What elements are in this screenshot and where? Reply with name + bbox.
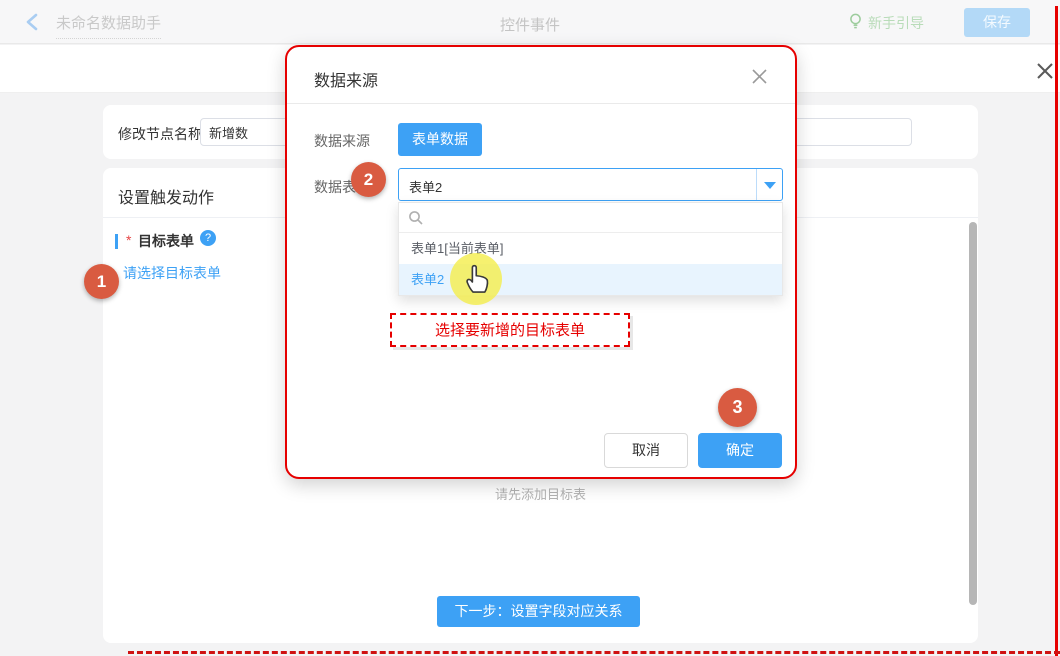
step-badge-3: 3 (718, 388, 757, 427)
top-bar: 未命名数据助手 控件事件 新手引导 保存 (0, 0, 1060, 44)
hand-cursor-icon (463, 259, 493, 295)
dropdown-search-input[interactable] (429, 205, 769, 231)
confirm-button[interactable]: 确定 (698, 433, 782, 468)
data-table-select[interactable]: 表单2 (398, 168, 783, 201)
annotation-right-line (1055, 6, 1058, 656)
step-badge-1: 1 (84, 264, 119, 299)
next-step-button[interactable]: 下一步：设置字段对应关系 (437, 596, 640, 627)
tutorial-callout: 选择要新增的目标表单 (390, 313, 630, 347)
field-accent-bar (115, 234, 118, 249)
app-window: 未命名数据助手 控件事件 新手引导 保存 修改节点名称： 设置触发动作 * 目标… (0, 0, 1060, 656)
panel-close-icon[interactable] (1034, 60, 1056, 82)
caret-down-icon (764, 182, 776, 189)
caret-zone[interactable] (756, 169, 782, 200)
annotation-bottom-dashed-line (128, 651, 1060, 654)
lightbulb-icon (848, 13, 863, 33)
scrollbar-thumb[interactable] (969, 222, 977, 605)
form-data-tab[interactable]: 表单数据 (398, 123, 482, 156)
section-title: 设置触发动作 (118, 184, 214, 208)
required-mark: * (126, 232, 131, 248)
modal-header: 数据来源 (287, 47, 795, 104)
empty-hint-text: 请先添加目标表 (103, 484, 978, 503)
search-icon (408, 210, 424, 226)
option-form1[interactable]: 表单1[当前表单] (399, 233, 782, 264)
modal-close-icon[interactable] (750, 67, 769, 86)
source-label: 数据来源 (314, 131, 370, 151)
select-value: 表单2 (409, 177, 442, 196)
save-button[interactable]: 保存 (964, 8, 1030, 37)
select-target-form-link[interactable]: 请选择目标表单 (123, 263, 221, 283)
target-form-label: 目标表单 (138, 231, 194, 251)
dropdown-search-row (399, 203, 782, 233)
table-label: 数据表 (314, 177, 356, 197)
cancel-button[interactable]: 取消 (604, 433, 688, 468)
modal-title: 数据来源 (314, 67, 378, 91)
step-badge-2: 2 (351, 162, 386, 197)
beginner-guide-button[interactable]: 新手引导 (848, 13, 924, 33)
question-circle-icon[interactable]: ? (200, 230, 216, 246)
beginner-guide-label: 新手引导 (868, 13, 924, 33)
